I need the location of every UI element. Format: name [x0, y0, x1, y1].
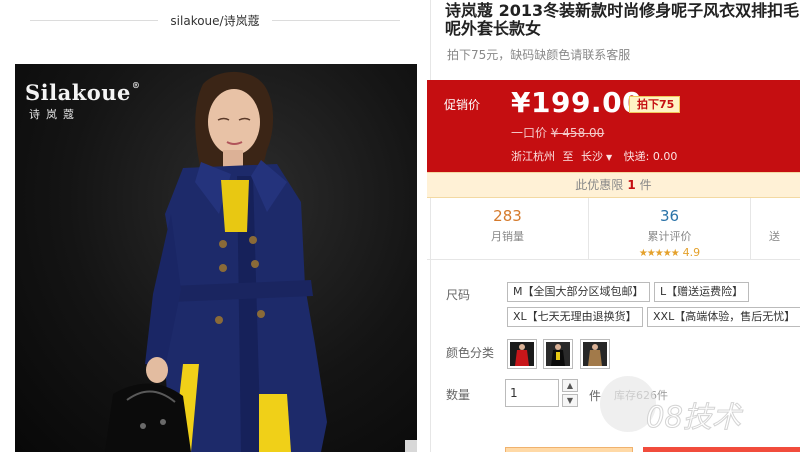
shipping-express-fee: 快递: 0.00 — [623, 150, 678, 163]
shipping-destination: 长沙 — [581, 150, 603, 163]
limit-suffix: 件 — [639, 178, 652, 192]
monthly-sales-value: 283 — [493, 207, 522, 225]
points-value — [769, 207, 800, 225]
color-swatch-brown[interactable] — [580, 339, 610, 369]
discount-badge: 拍下75 — [629, 96, 681, 113]
quantity-label: 数量 — [446, 388, 471, 402]
store-header: silakoue/诗岚蔻 — [30, 0, 401, 40]
current-price: ¥199.00 — [511, 86, 643, 119]
shipping-to-label: 至 — [562, 150, 574, 163]
reviews-stat[interactable]: 36 累计评价 ★★★★★ 4.9 — [589, 198, 751, 259]
quantity-decrease-button[interactable]: ▼ — [562, 394, 578, 407]
red-coat-thumbnail — [515, 344, 529, 366]
rating-score: 4.9 — [682, 246, 701, 259]
model-in-coat-illustration — [105, 71, 327, 452]
original-price-prefix: 一口价 — [511, 126, 548, 140]
color-label: 颜色分类 — [446, 346, 495, 360]
original-price-value: ¥ 458.00 — [550, 126, 605, 140]
reviews-label: 累计评价 — [647, 230, 692, 243]
original-price: 一口价 ¥ 458.00 — [511, 124, 604, 141]
product-subtitle: 拍下75元，缺码缺颜色请联系客服 — [447, 48, 631, 62]
limit-prefix: 此优惠限 — [575, 178, 624, 192]
rating-stars-icon: ★★★★★ 4.9 — [589, 246, 750, 259]
registered-mark: ® — [131, 80, 141, 90]
reviews-count[interactable]: 36 — [589, 207, 750, 225]
buy-now-button[interactable] — [505, 447, 633, 452]
purchase-buttons — [505, 447, 800, 452]
brand-logo: Silakoue® 诗岚蔻 — [25, 80, 140, 122]
black-coat-thumbnail — [551, 344, 565, 366]
purchase-limit-bar: 此优惠限 1 件 — [427, 172, 800, 198]
points-stat: 送 — [751, 198, 800, 259]
image-corner-tab — [405, 440, 417, 452]
shipping-info: 浙江杭州 至 长沙 ▼ 快递: 0.00 — [511, 148, 677, 164]
size-option-m[interactable]: M【全国大部分区域包邮】 — [507, 282, 650, 302]
quantity-unit: 件 — [589, 389, 602, 403]
left-column: silakoue/诗岚蔻 Silakoue® 诗岚蔻 — [0, 0, 430, 452]
store-name[interactable]: silakoue/诗岚蔻 — [158, 12, 271, 29]
shipping-origin: 浙江杭州 — [511, 150, 555, 163]
size-option-xxl[interactable]: XXL【高端体验，售后无忧】 — [647, 307, 800, 327]
size-option-xl[interactable]: XL【七天无理由退换货】 — [507, 307, 643, 327]
promo-price-label: 促销价 — [444, 98, 481, 112]
brand-logo-latin: Silakoue — [25, 80, 131, 105]
add-to-cart-button[interactable] — [643, 447, 800, 452]
size-label: 尺码 — [446, 288, 471, 302]
chevron-up-icon: ▲ — [566, 381, 574, 390]
size-option-l[interactable]: L【赠送运费险】 — [654, 282, 750, 302]
stock-count: 库存626件 — [614, 389, 668, 402]
points-label: 送 — [769, 230, 780, 243]
monthly-sales-stat: 283 月销量 — [427, 198, 589, 259]
color-swatch-black[interactable] — [543, 339, 573, 369]
monthly-sales-label: 月销量 — [491, 230, 524, 243]
color-swatch-red[interactable] — [507, 339, 537, 369]
quantity-input[interactable] — [505, 379, 559, 407]
quantity-increase-button[interactable]: ▲ — [562, 379, 578, 392]
chevron-down-icon: ▼ — [606, 153, 613, 162]
chevron-down-icon: ▼ — [566, 396, 574, 405]
stats-row: 283 月销量 36 累计评价 ★★★★★ 4.9 送 — [427, 198, 800, 260]
product-main-image[interactable]: Silakoue® 诗岚蔻 — [15, 64, 417, 452]
divider — [30, 19, 159, 21]
price-panel: 促销价 ¥199.00 拍下75 一口价 ¥ 458.00 浙江杭州 至 长沙 ▼… — [427, 80, 800, 172]
brown-coat-thumbnail — [588, 344, 602, 366]
product-title: 诗岚蔻 2013冬装新款时尚修身呢子风衣双排扣毛呢外套长款女 — [445, 1, 800, 38]
stars-glyphs: ★★★★★ — [638, 248, 680, 259]
limit-count: 1 — [627, 178, 636, 192]
brand-logo-cjk: 诗岚蔻 — [29, 108, 80, 121]
shipping-destination-select[interactable]: 长沙 ▼ — [581, 148, 620, 164]
divider — [271, 19, 401, 21]
